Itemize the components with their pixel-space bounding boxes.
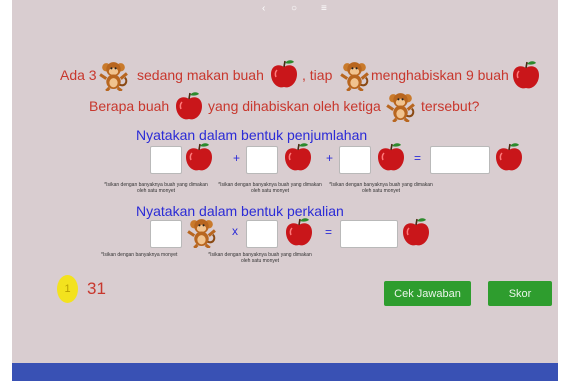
sum-input-1[interactable]	[150, 146, 182, 174]
apple-icon	[268, 58, 300, 90]
apple-icon	[283, 216, 315, 248]
equals-sign: =	[414, 151, 422, 165]
question-text-part: tersebut?	[421, 98, 480, 114]
product-result-input[interactable]	[340, 220, 398, 248]
plus-sign: +	[326, 151, 334, 165]
apple-icon	[282, 141, 314, 173]
check-answer-button[interactable]: Cek Jawaban	[384, 281, 471, 306]
input-hint: *Isikan dengan banyaknya buah yang dimak…	[104, 182, 208, 194]
question-text-part: Ada 3	[60, 67, 97, 83]
input-hint: *Isikan dengan banyaknya buah yang dimak…	[218, 182, 322, 194]
score-button[interactable]: Skor	[488, 281, 552, 306]
monkey-icon	[97, 58, 130, 91]
apple-icon	[375, 141, 407, 173]
sum-input-2[interactable]	[246, 146, 278, 174]
sum-result-input[interactable]	[430, 146, 490, 174]
back-icon[interactable]: ‹	[262, 3, 265, 14]
apple-icon	[173, 90, 205, 122]
sum-heading: Nyatakan dalam bentuk penjumlahan	[136, 127, 368, 143]
question-text-part: yang dihabiskan oleh ketiga	[208, 98, 381, 114]
times-sign: x	[232, 224, 238, 238]
monkey-count-input[interactable]	[150, 220, 182, 248]
input-hint: *Isikan dengan banyaknya buah yang dimak…	[208, 252, 312, 264]
plus-sign: +	[233, 151, 241, 165]
question-text-part: , tiap	[302, 67, 333, 83]
question-text-part: menghabiskan 9 buah	[371, 67, 509, 83]
system-navigation-bar	[12, 363, 558, 381]
question-text-part: sedang makan buah	[137, 67, 264, 83]
fruit-per-monkey-input[interactable]	[246, 220, 278, 248]
apple-icon	[493, 141, 525, 173]
coin-icon: 1	[57, 275, 78, 303]
question-text-part: Berapa buah	[89, 98, 170, 114]
input-hint: *Isikan dengan banyaknya monyet	[101, 252, 178, 258]
monkey-icon	[185, 215, 218, 248]
sum-input-3[interactable]	[339, 146, 371, 174]
apple-icon	[510, 59, 542, 91]
apple-icon	[400, 216, 432, 248]
home-icon[interactable]: ○	[291, 3, 297, 14]
monkey-icon	[384, 89, 417, 122]
menu-icon[interactable]: ≡	[321, 3, 327, 14]
input-hint: *Isikan dengan banyaknya buah yang dimak…	[329, 182, 433, 194]
coin-label: 1	[64, 283, 71, 295]
score-value: 31	[87, 279, 106, 298]
apple-icon	[183, 141, 215, 173]
equals-sign: =	[325, 225, 333, 239]
monkey-icon	[338, 58, 371, 91]
